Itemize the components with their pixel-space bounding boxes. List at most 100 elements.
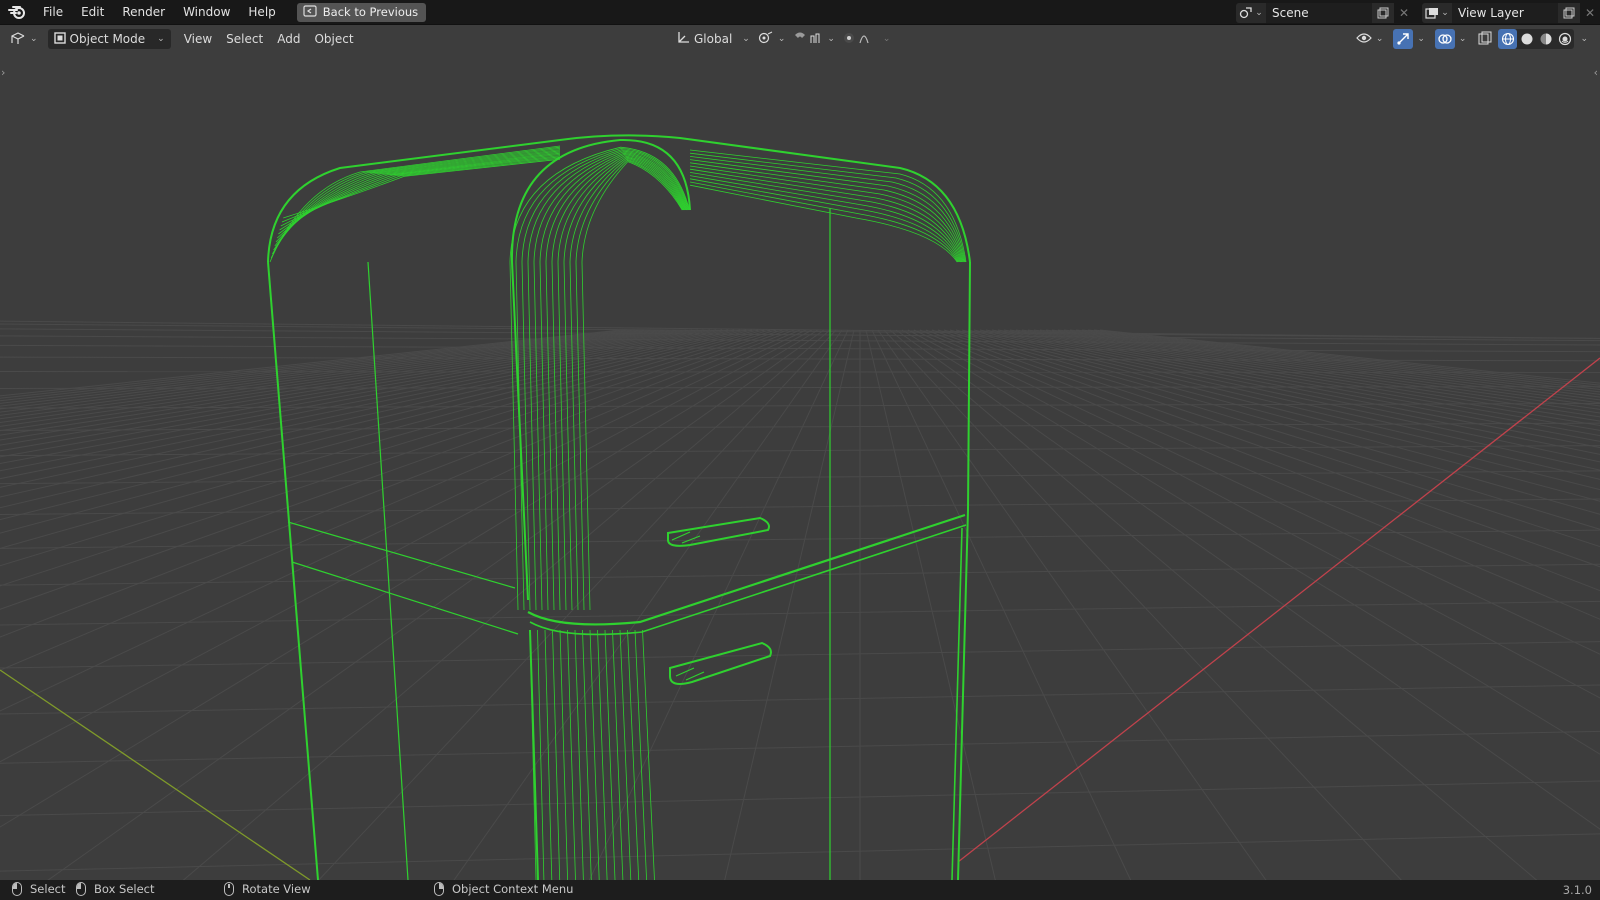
overlay-toggle[interactable]: ⌄ [1434, 29, 1466, 49]
grid-line [1015, 329, 1600, 427]
menu-file[interactable]: File [34, 0, 72, 25]
scene-icon[interactable]: ⌄ [1236, 2, 1266, 23]
status-select-label: Select [30, 882, 66, 896]
status-box-select: Box Select [76, 882, 155, 896]
xray-toggle[interactable] [1478, 29, 1492, 49]
blender-logo-icon[interactable] [0, 0, 34, 25]
lower-band-line [567, 629, 576, 881]
material-shading-icon[interactable] [1536, 29, 1555, 49]
top-band-line [274, 150, 561, 247]
grid-line [0, 684, 1600, 715]
chevron-down-icon: ⌄ [742, 34, 750, 44]
pivot-icon [758, 31, 774, 48]
remove-scene-icon[interactable]: ✕ [1394, 3, 1414, 23]
mode-label: Object Mode [69, 32, 146, 46]
grid-line [0, 730, 1600, 764]
menu-window[interactable]: Window [174, 0, 239, 25]
version-label: 3.1.0 [1562, 883, 1592, 897]
chevron-down-icon: ⌄ [882, 34, 891, 44]
lower-band-line [642, 629, 655, 881]
chevron-down-icon[interactable]: ⌄ [1580, 34, 1588, 44]
transform-tools: Global ⌄ ⌄ ⌄ ⌄ [676, 29, 890, 49]
lower-door-bands [529, 527, 963, 881]
viewport-scene[interactable] [0, 52, 1600, 900]
status-rotate-view-label: Rotate View [242, 882, 311, 896]
sidebar-expand-icon[interactable]: ‹ [1594, 66, 1598, 79]
menu-add[interactable]: Add [270, 29, 307, 49]
grid-line [0, 641, 1600, 669]
grid-line [0, 498, 1600, 515]
grid-line [865, 329, 1001, 900]
view-layer-name-field[interactable]: View Layer [1452, 2, 1558, 23]
grid-line [0, 329, 717, 458]
new-scene-icon[interactable] [1372, 2, 1394, 23]
new-view-layer-icon[interactable] [1558, 2, 1580, 23]
grid-line [1009, 329, 1600, 431]
orientation-label: Global [694, 32, 733, 46]
solid-shading-icon[interactable] [1517, 29, 1536, 49]
back-to-previous-button[interactable]: Back to Previous [296, 2, 427, 22]
grid-line [1021, 329, 1600, 422]
snap-toggle[interactable]: ⌄ [793, 29, 835, 49]
gizmo-toggle[interactable]: ⌄ [1393, 29, 1425, 49]
grid-line [0, 329, 777, 567]
left-mouse-drag-icon [76, 882, 86, 896]
status-context-menu-label: Object Context Menu [452, 882, 574, 896]
grid-line [889, 329, 1561, 900]
menu-select[interactable]: Select [219, 29, 270, 49]
chevron-down-icon: ⌄ [1375, 34, 1384, 44]
menu-render[interactable]: Render [113, 0, 174, 25]
grid-line [579, 329, 849, 900]
visibility-icon [1356, 32, 1372, 47]
status-context-menu: Object Context Menu [434, 882, 573, 896]
scene-name-field[interactable]: Scene [1266, 2, 1372, 23]
grid-line [0, 329, 627, 399]
lower-door-left-edge [529, 629, 539, 881]
grid-line [973, 329, 1600, 471]
menu-object[interactable]: Object [307, 29, 360, 49]
lower-band-line [559, 629, 568, 881]
menu-edit[interactable]: Edit [72, 0, 113, 25]
orientation-selector[interactable]: Global ⌄ [676, 29, 750, 49]
mode-selector[interactable]: Object Mode ⌄ [47, 29, 171, 49]
refrigerator-wireframe[interactable] [267, 134, 971, 881]
fridge-top-outline [267, 134, 971, 263]
upper-door-handle[interactable] [667, 516, 770, 547]
grid-line [19, 329, 825, 900]
gizmo-icon [1393, 29, 1414, 49]
grid-line [0, 329, 621, 397]
grid-line [991, 329, 1600, 449]
upper-handle-detail [671, 531, 701, 544]
menu-help[interactable]: Help [239, 0, 284, 25]
view-layer-icon[interactable]: ⌄ [1422, 2, 1452, 23]
grid-line [961, 329, 1600, 491]
proportional-edit-toggle[interactable]: ⌄ [843, 29, 891, 49]
lower-door-handle[interactable] [669, 641, 772, 685]
grid-line [949, 329, 1600, 515]
chevron-down-icon: ⌄ [1417, 34, 1425, 44]
grid-line [877, 329, 1281, 900]
3d-viewport[interactable]: › ‹ [0, 52, 1600, 900]
grid-line [0, 329, 687, 432]
rendered-shading-icon[interactable] [1555, 29, 1574, 49]
fridge-right-edge [957, 261, 971, 881]
remove-view-layer-icon[interactable]: ✕ [1580, 3, 1600, 23]
menu-view[interactable]: View [177, 29, 219, 49]
orientation-icon [676, 31, 690, 48]
editor-type-button[interactable]: ⌄ [10, 29, 38, 49]
chevron-down-icon: ⌄ [157, 34, 165, 44]
grid-line [0, 335, 1600, 346]
grid-line [0, 329, 729, 472]
wireframe-shading-icon[interactable] [1498, 29, 1518, 49]
visibility-selector[interactable]: ⌄ [1356, 29, 1384, 49]
toolbar-expand-icon[interactable]: › [1, 66, 5, 79]
top-band-line [269, 145, 561, 263]
left-mouse-icon [12, 882, 22, 896]
overlay-icon [1434, 29, 1455, 49]
pivot-selector[interactable]: ⌄ [758, 29, 785, 49]
grid-line [0, 328, 1600, 342]
lower-band-line [537, 629, 545, 881]
right-mouse-icon [434, 882, 444, 896]
grid-line [0, 600, 1600, 626]
y-axis-line [0, 669, 311, 881]
